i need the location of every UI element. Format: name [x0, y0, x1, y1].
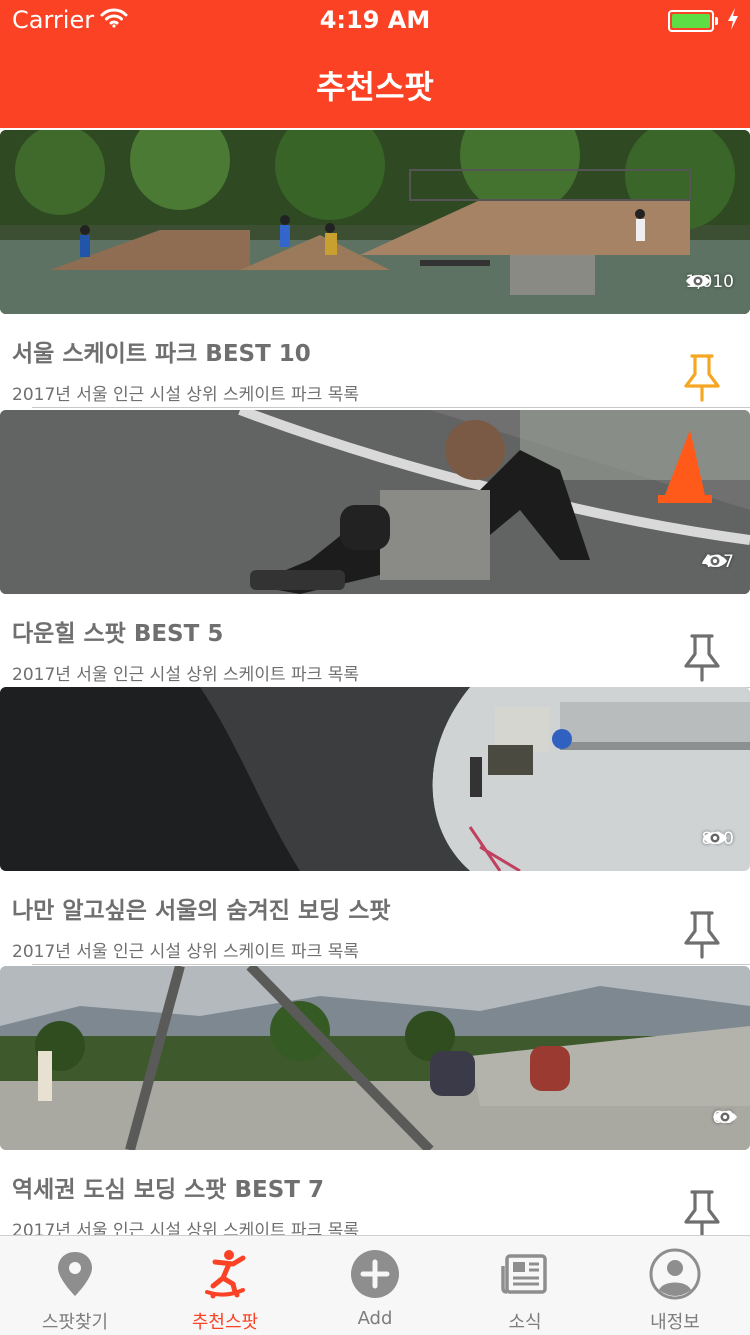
view-count: 60	[712, 1108, 738, 1128]
tab-label: 소식	[508, 1312, 542, 1333]
eye-icon	[702, 832, 727, 844]
navigation-header: Carrier 4:19 AM 추천스팟	[0, 0, 750, 128]
spot-title[interactable]: 서울 스케이트 파크 BEST 10	[12, 334, 311, 368]
tab-find-spot[interactable]: 스팟찾기	[0, 1236, 150, 1335]
eye-icon	[713, 1111, 738, 1123]
pushpin-icon[interactable]	[680, 352, 724, 402]
view-count: 437	[702, 552, 734, 572]
spot-subtitle: 2017년 서울 인근 시설 상위 스케이트 파크 목록	[12, 665, 359, 685]
tab-label: Add	[357, 1308, 393, 1329]
status-bar: Carrier 4:19 AM	[0, 0, 750, 40]
spot-subtitle: 2017년 서울 인근 시설 상위 스케이트 파크 목록	[12, 942, 359, 962]
spot-card[interactable]: 1,010 서울 스케이트 파크 BEST 10 2017년 서울 인근 시설 …	[0, 130, 750, 408]
eye-icon	[686, 275, 711, 287]
divider	[32, 407, 750, 408]
status-time: 4:19 AM	[319, 6, 431, 34]
spot-card[interactable]: 437 다운힐 스팟 BEST 5 2017년 서울 인근 시설 상위 스케이트…	[0, 410, 750, 688]
spot-title[interactable]: 나만 알고싶은 서울의 숨겨진 보딩 스팟	[12, 891, 391, 925]
view-count: 800	[702, 829, 734, 849]
spot-photo-skatepark[interactable]: 1,010	[0, 130, 750, 314]
battery-icon	[668, 10, 718, 32]
spot-title[interactable]: 다운힐 스팟 BEST 5	[12, 614, 223, 648]
tab-add[interactable]: Add	[300, 1236, 450, 1335]
spot-subtitle: 2017년 서울 인근 시설 상위 스케이트 파크 목록	[12, 1221, 359, 1235]
spot-title[interactable]: 역세권 도심 보딩 스팟 BEST 7	[12, 1170, 324, 1204]
page-title: 추천스팟	[316, 68, 434, 106]
divider	[32, 964, 750, 965]
spot-photo-downhill[interactable]: 437	[0, 410, 750, 594]
charging-bolt-icon	[726, 7, 740, 35]
plus-circle-icon	[351, 1250, 399, 1298]
tab-recommended[interactable]: 추천스팟	[150, 1236, 300, 1335]
spot-photo-bowl[interactable]: 800	[0, 687, 750, 871]
tab-my-info[interactable]: 내정보	[600, 1236, 750, 1335]
eye-icon	[702, 555, 727, 567]
pushpin-icon[interactable]	[680, 909, 724, 959]
pushpin-icon[interactable]	[680, 1188, 724, 1235]
pushpin-icon[interactable]	[680, 632, 724, 682]
tab-news[interactable]: 소식	[450, 1236, 600, 1335]
spot-card[interactable]: 60 역세권 도심 보딩 스팟 BEST 7 2017년 서울 인근 시설 상위…	[0, 966, 750, 1235]
spot-card[interactable]: 800 나만 알고싶은 서울의 숨겨진 보딩 스팟 2017년 서울 인근 시설…	[0, 687, 750, 965]
profile-icon	[649, 1248, 701, 1300]
view-count: 1,010	[685, 272, 734, 292]
spot-photo-urban[interactable]: 60	[0, 966, 750, 1150]
tab-label: 추천스팟	[191, 1312, 259, 1333]
spot-subtitle: 2017년 서울 인근 시설 상위 스케이트 파크 목록	[12, 385, 359, 405]
skater-icon	[205, 1250, 246, 1299]
spot-list[interactable]: 1,010 서울 스케이트 파크 BEST 10 2017년 서울 인근 시설 …	[0, 128, 750, 1235]
tab-label: 스팟찾기	[41, 1312, 109, 1333]
tab-bar: 스팟찾기 추천스팟 Add 소식 내정보	[0, 1235, 750, 1335]
map-pin-icon	[58, 1252, 92, 1296]
newspaper-icon	[501, 1254, 547, 1294]
tab-label: 내정보	[650, 1312, 700, 1333]
